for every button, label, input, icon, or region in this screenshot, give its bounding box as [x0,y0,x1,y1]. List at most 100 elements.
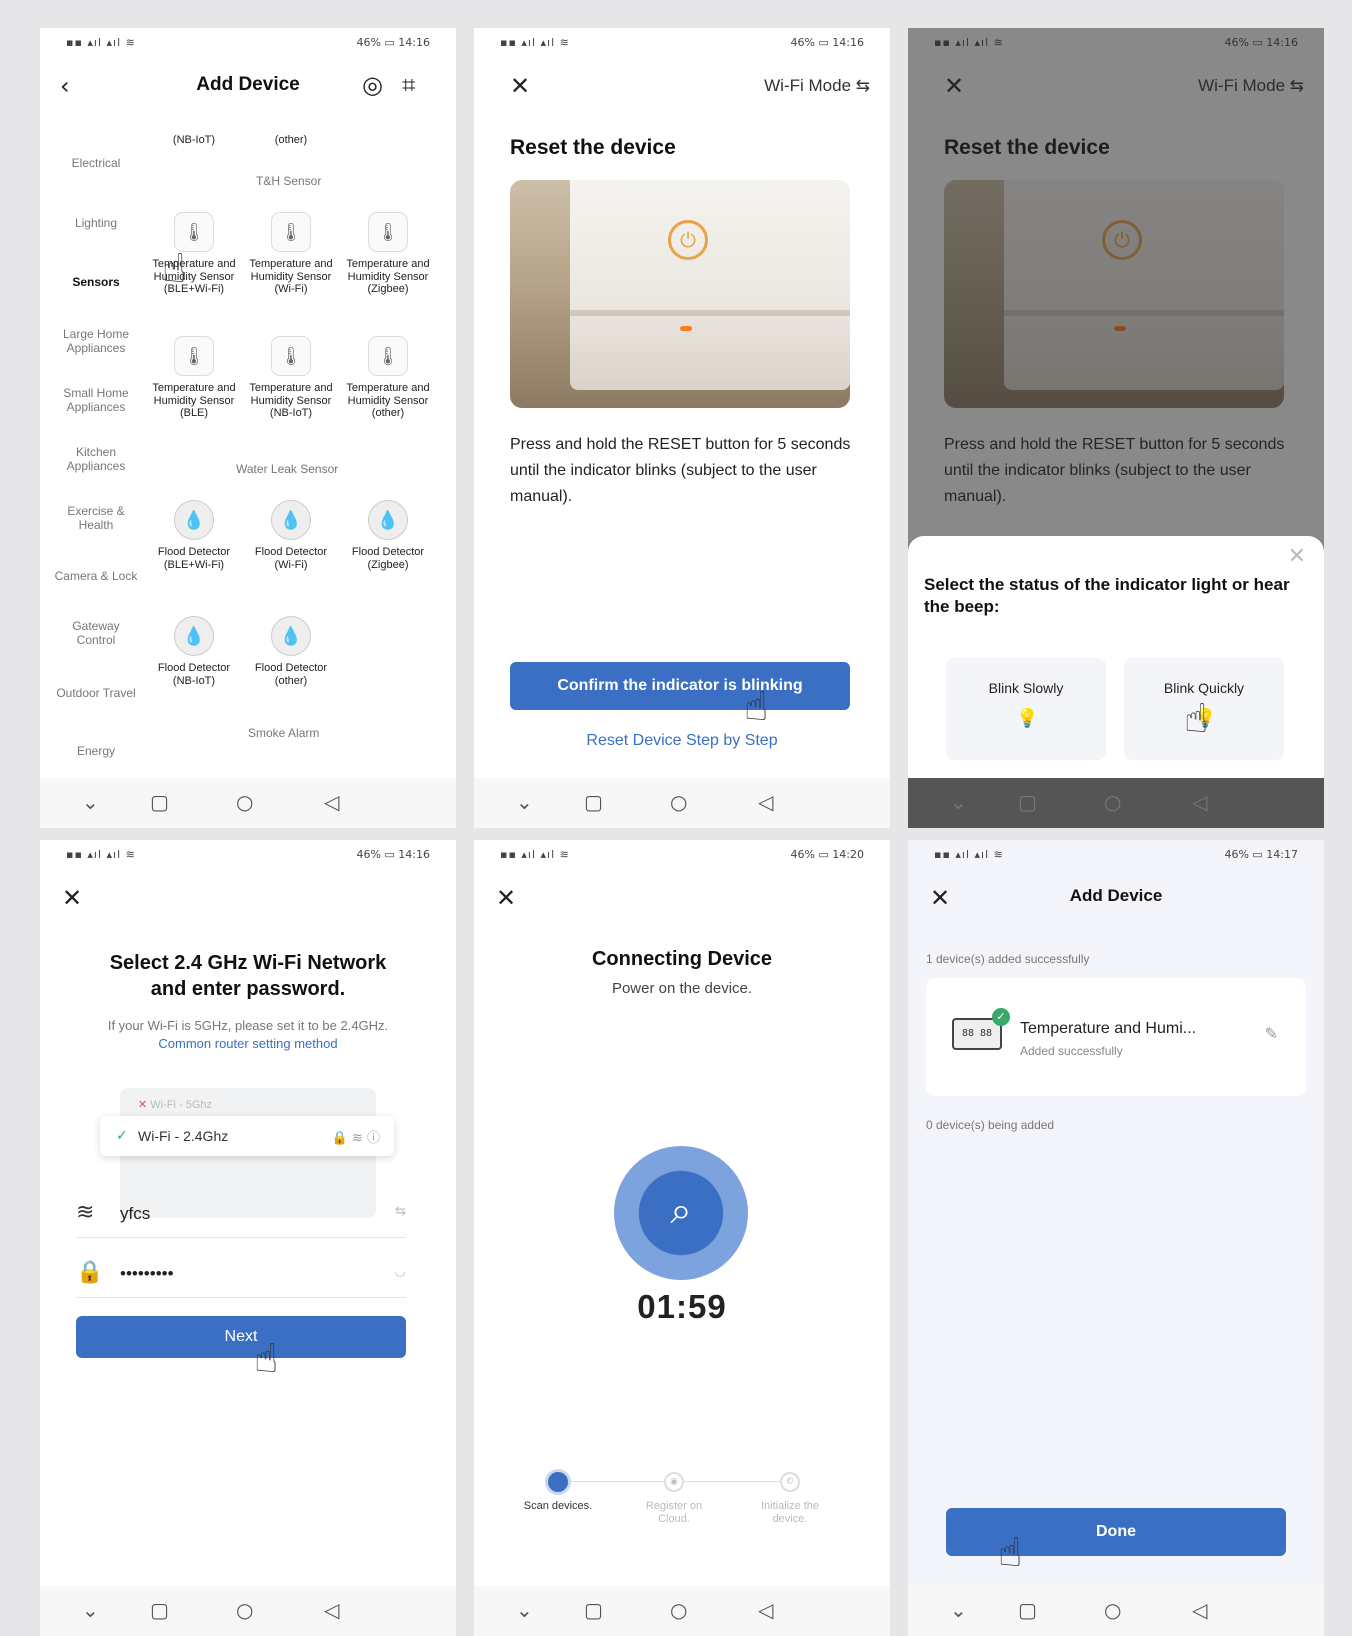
device-flood-ble-wifi[interactable]: 💧 Flood Detector (BLE+Wi-Fi) [148,500,240,571]
device-th-ble[interactable]: 🌡 Temperature and Humidity Sensor (BLE) [148,336,240,420]
device-nbiot[interactable]: (NB-IoT) [148,134,240,147]
nav-home-icon[interactable]: ○ [236,1598,253,1622]
category-outdoor-travel[interactable]: Outdoor Travel [40,686,152,700]
nav-collapse-icon[interactable]: ⌄ [82,1598,99,1622]
step-register-dot: ◉ [664,1472,684,1492]
nav-back-icon[interactable]: ◁ [758,1598,773,1622]
ssid-field[interactable]: ≋ yfcs ⇆ [76,1188,406,1238]
panel-wifi-setup: ▪▪ ▴ıl ▴ıl ≋ 46% ▭ 14:16 ✕ Select 2.4 GH… [40,840,456,1636]
category-lighting[interactable]: Lighting [40,216,152,230]
countdown-timer: 01:59 [637,1288,727,1325]
category-small-home-appliances[interactable]: Small Home Appliances [40,386,152,414]
nav-back-icon[interactable]: ◁ [324,790,339,814]
nav-collapse-icon[interactable]: ⌄ [516,1598,533,1622]
next-button[interactable]: Next [76,1316,406,1358]
panel-device-added: ▪▪ ▴ıl ▴ıl ≋ 46% ▭ 14:17 ✕ Add Device 1 … [908,840,1324,1636]
close-icon[interactable]: ✕ [510,72,530,100]
reset-step-by-step-link[interactable]: Reset Device Step by Step [474,732,890,750]
water-drop-icon: 💧 [368,500,408,540]
nav-home-icon[interactable]: ○ [670,790,687,814]
indicator-led [680,326,692,331]
nav-recent-icon[interactable]: ▢ [1018,790,1037,814]
nav-collapse-icon[interactable]: ⌄ [950,790,967,814]
sheet-close-icon[interactable]: ✕ [1288,544,1306,569]
qr-scan-icon[interactable]: ⌗ [402,71,416,99]
category-electrical[interactable]: Electrical [40,156,152,170]
done-button[interactable]: Done [946,1508,1286,1556]
device-photo: ⏻ [510,180,850,408]
panel-connecting: ▪▪ ▴ıl ▴ıl ≋ 46% ▭ 14:20 ✕ Connecting De… [474,840,890,1636]
status-bar: ▪▪ ▴ıl ▴ıl ≋ 46% ▭ 14:16 [66,36,430,52]
x-icon: ✕ [138,1099,148,1111]
thermometer-icon: 🌡 [271,212,311,252]
category-gateway-control[interactable]: Gateway Control [40,619,152,647]
nav-recent-icon[interactable]: ▢ [584,790,603,814]
device-other[interactable]: (other) [245,134,337,147]
success-check-icon: ✓ [992,1008,1010,1026]
battery-time: 46% ▭ 14:16 [790,36,864,49]
nav-back-icon[interactable]: ◁ [1192,1598,1207,1622]
added-device-card[interactable]: 88 88 ✓ Temperature and Humi... Added su… [926,978,1306,1096]
nav-recent-icon[interactable]: ▢ [1018,1598,1037,1622]
category-camera-lock[interactable]: Camera & Lock [40,569,152,583]
system-nav-bar: ⌄ ▢ ○ ◁ [908,778,1324,828]
wifi-mode-switch[interactable]: Wi-Fi Mode ⇆ [764,76,870,96]
edit-icon[interactable]: ✎ [1265,1024,1278,1043]
device-th-other[interactable]: 🌡 Temperature and Humidity Sensor (other) [342,336,434,420]
thermometer-icon: 🌡 [271,336,311,376]
panel-indicator-status: ▪▪ ▴ıl ▴ıl ≋ 46% ▭ 14:16 ✕ Wi-Fi Mode ⇆ … [908,28,1324,828]
category-energy[interactable]: Energy [40,744,152,758]
device-th-wifi[interactable]: 🌡 Temperature and Humidity Sensor (Wi-Fi) [245,212,337,296]
device-th-zigbee[interactable]: 🌡 Temperature and Humidity Sensor (Zigbee… [342,212,434,296]
device-flood-wifi[interactable]: 💧 Flood Detector (Wi-Fi) [245,500,337,571]
nav-collapse-icon[interactable]: ⌄ [950,1598,967,1622]
confirm-blinking-button[interactable]: Confirm the indicator is blinking [510,662,850,710]
page-title: Select 2.4 GHz Wi-Fi Network and enter p… [109,952,387,1000]
device-flood-nbiot[interactable]: 💧 Flood Detector (NB-IoT) [148,616,240,687]
category-exercise-health[interactable]: Exercise & Health [40,504,152,532]
instruction-text: Press and hold the RESET button for 5 se… [510,436,851,505]
device-status: Added successfully [1020,1044,1123,1058]
auto-scan-icon[interactable]: ◎ [362,71,383,99]
switch-network-icon[interactable]: ⇆ [395,1204,406,1219]
system-nav-bar: ⌄ ▢ ○ ◁ [908,1586,1324,1636]
battery-time: 46% ▭ 14:16 [356,36,430,49]
eye-icon[interactable]: ◡ [395,1264,406,1279]
nav-recent-icon[interactable]: ▢ [150,790,169,814]
step-initialize-dot: © [780,1472,800,1492]
section-smoke-alarm: Smoke Alarm [248,726,320,740]
nav-home-icon[interactable]: ○ [1104,790,1121,814]
device-th-nbiot[interactable]: 🌡 Temperature and Humidity Sensor (NB-IoT… [245,336,337,420]
system-nav-bar: ⌄ ▢ ○ ◁ [474,778,890,828]
tap-hand-icon: ☝ [162,246,187,292]
wifi-24-card: ✓ Wi-Fi - 2.4Ghz 🔒 ≋ ⓘ [100,1116,394,1156]
nav-back-icon[interactable]: ◁ [758,790,773,814]
nav-home-icon[interactable]: ○ [236,790,253,814]
close-icon[interactable]: ✕ [496,884,516,912]
signal-indicators: ▪▪ ▴ıl ▴ıl ≋ [66,36,136,49]
nav-collapse-icon[interactable]: ⌄ [82,790,99,814]
nav-recent-icon[interactable]: ▢ [584,1598,603,1622]
page-title: Connecting Device [591,948,773,970]
password-field[interactable]: 🔒 ••••••••• ◡ [76,1248,406,1298]
nav-recent-icon[interactable]: ▢ [150,1598,169,1622]
router-setting-link[interactable]: Common router setting method [40,1036,456,1051]
nav-home-icon[interactable]: ○ [670,1598,687,1622]
blink-slowly-option[interactable]: Blink Slowly 💡 [946,658,1106,760]
category-sensors[interactable]: Sensors [40,275,152,289]
category-kitchen-appliances[interactable]: Kitchen Appliances [40,445,152,473]
close-icon[interactable]: ✕ [62,884,82,912]
device-flood-zigbee[interactable]: 💧 Flood Detector (Zigbee) [342,500,434,571]
nav-back-icon[interactable]: ◁ [324,1598,339,1622]
thermometer-icon: 🌡 [174,336,214,376]
status-bar: ▪▪ ▴ıl ▴ıl ≋ 46% ▭ 14:16 [500,36,864,52]
nav-collapse-icon[interactable]: ⌄ [516,790,533,814]
category-large-home-appliances[interactable]: Large Home Appliances [40,327,152,355]
nav-home-icon[interactable]: ○ [1104,1598,1121,1622]
status-bar: ▪▪ ▴ıl ▴ıl ≋ 46% ▭ 14:17 [934,848,1298,864]
signal-indicators: ▪▪ ▴ıl ▴ıl ≋ [934,848,1004,861]
nav-back-icon[interactable]: ◁ [1192,790,1207,814]
search-icon: ⌕ [670,1188,692,1232]
tap-hand-icon: ☝ [254,1336,279,1382]
device-flood-other[interactable]: 💧 Flood Detector (other) [245,616,337,687]
